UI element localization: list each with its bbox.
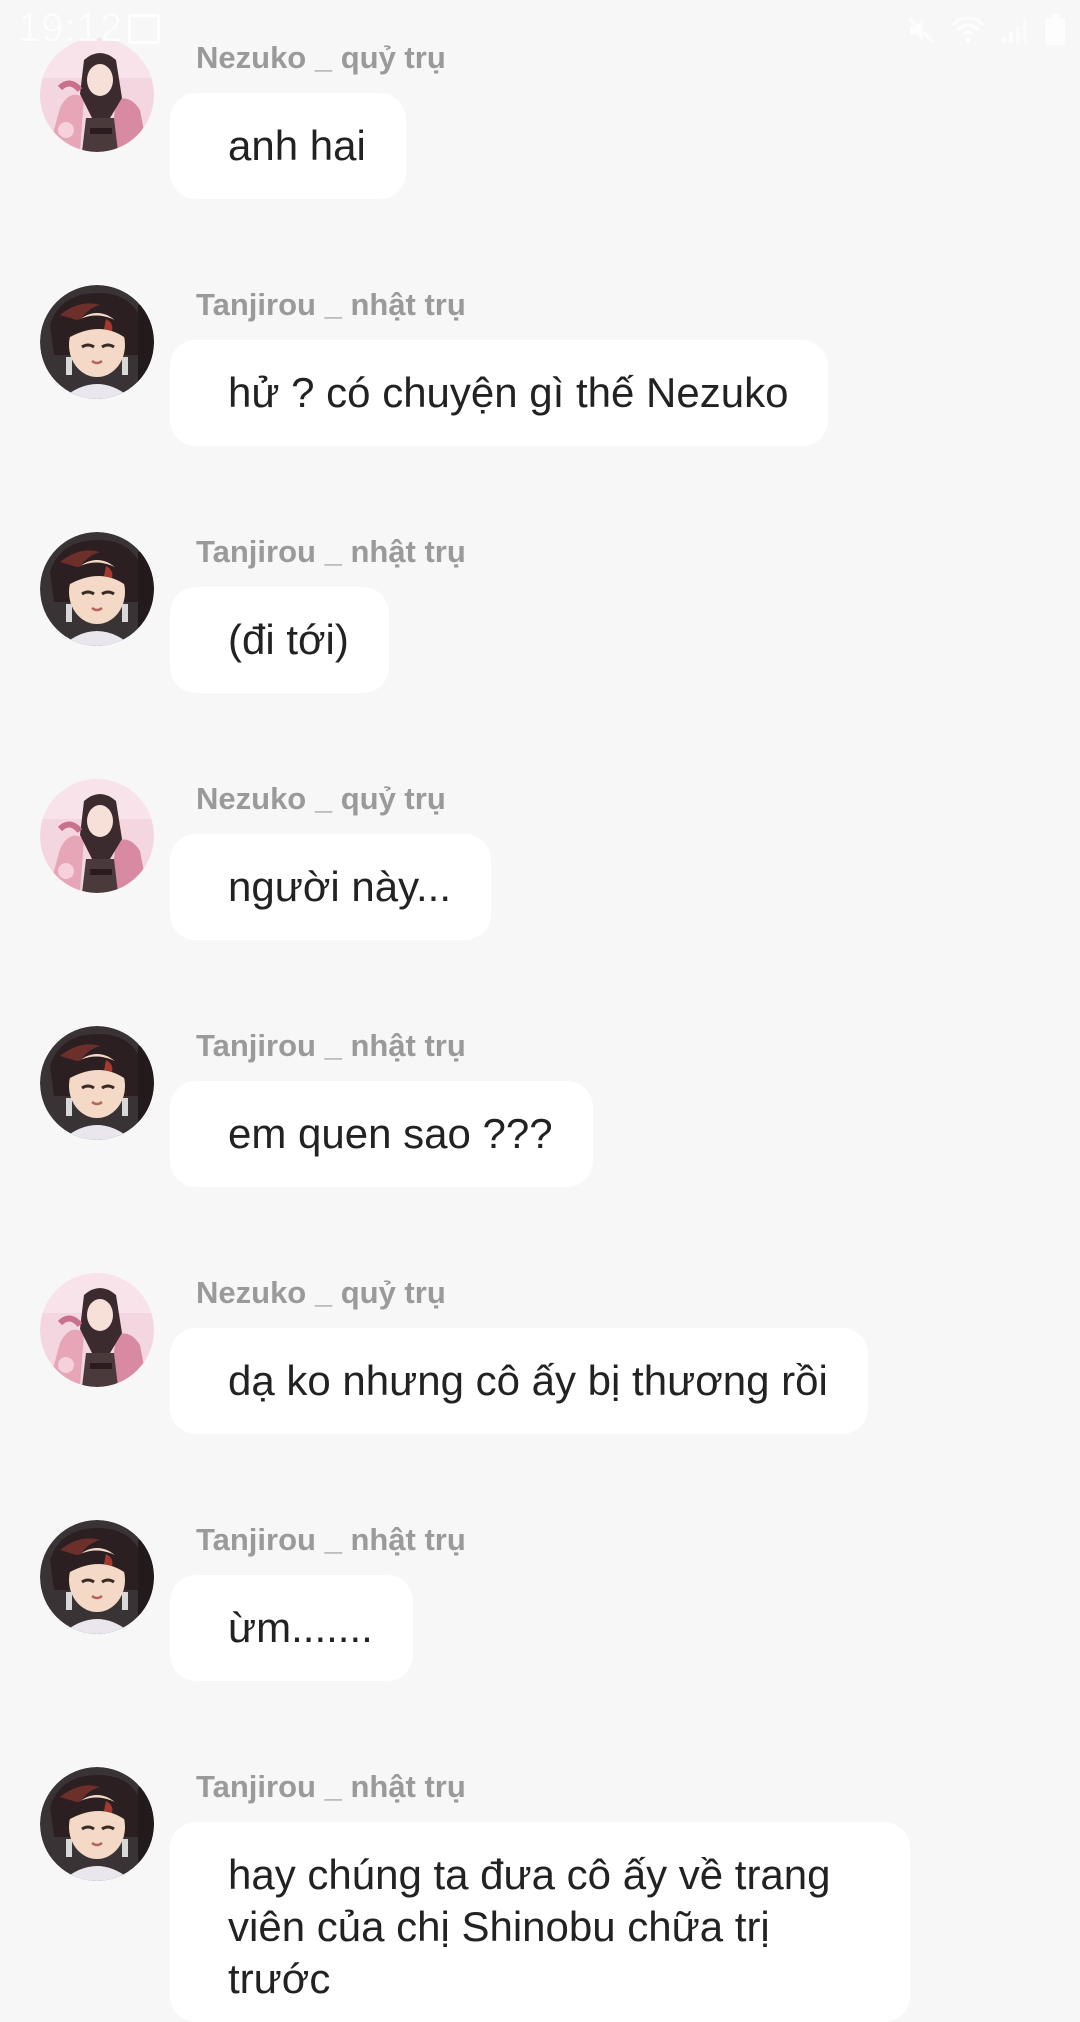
- sender-name: Nezuko _ quỷ trụ: [196, 781, 446, 816]
- sender-name: Tanjirou _ nhật trụ: [196, 287, 466, 322]
- signal-icon: [1002, 20, 1027, 43]
- tanjirou-avatar[interactable]: [40, 1520, 154, 1634]
- nezuko-avatar[interactable]: [40, 779, 154, 893]
- status-time: 19:12: [18, 6, 124, 50]
- status-bar: 19:12: [0, 0, 1080, 58]
- message-bubble[interactable]: hay chúng ta đưa cô ấy về trang viên của…: [170, 1822, 910, 2022]
- tanjirou-avatar[interactable]: [40, 1767, 154, 1881]
- nezuko-avatar[interactable]: [40, 1273, 154, 1387]
- sender-name: Tanjirou _ nhật trụ: [196, 1769, 466, 1804]
- tanjirou-avatar[interactable]: [40, 532, 154, 646]
- mute-icon: [907, 16, 935, 44]
- message-bubble[interactable]: người này...: [170, 834, 491, 940]
- tanjirou-avatar[interactable]: [40, 1026, 154, 1140]
- message-bubble[interactable]: dạ ko nhưng cô ấy bị thương rồi: [170, 1328, 868, 1434]
- image-icon: [128, 14, 160, 44]
- sender-name: Tanjirou _ nhật trụ: [196, 534, 466, 569]
- message-bubble[interactable]: em quen sao ???: [170, 1081, 593, 1187]
- battery-icon: [1045, 14, 1065, 45]
- wifi-icon: [951, 16, 985, 43]
- message-bubble[interactable]: (đi tới): [170, 587, 389, 693]
- tanjirou-avatar[interactable]: [40, 285, 154, 399]
- message-bubble[interactable]: ừm.......: [170, 1575, 413, 1681]
- status-icons: [906, 12, 1066, 48]
- sender-name: Nezuko _ quỷ trụ: [196, 1275, 446, 1310]
- message-bubble[interactable]: hử ? có chuyện gì thế Nezuko: [170, 340, 829, 446]
- message-bubble[interactable]: anh hai: [170, 93, 406, 199]
- sender-name: Tanjirou _ nhật trụ: [196, 1522, 466, 1557]
- sender-name: Tanjirou _ nhật trụ: [196, 1028, 466, 1063]
